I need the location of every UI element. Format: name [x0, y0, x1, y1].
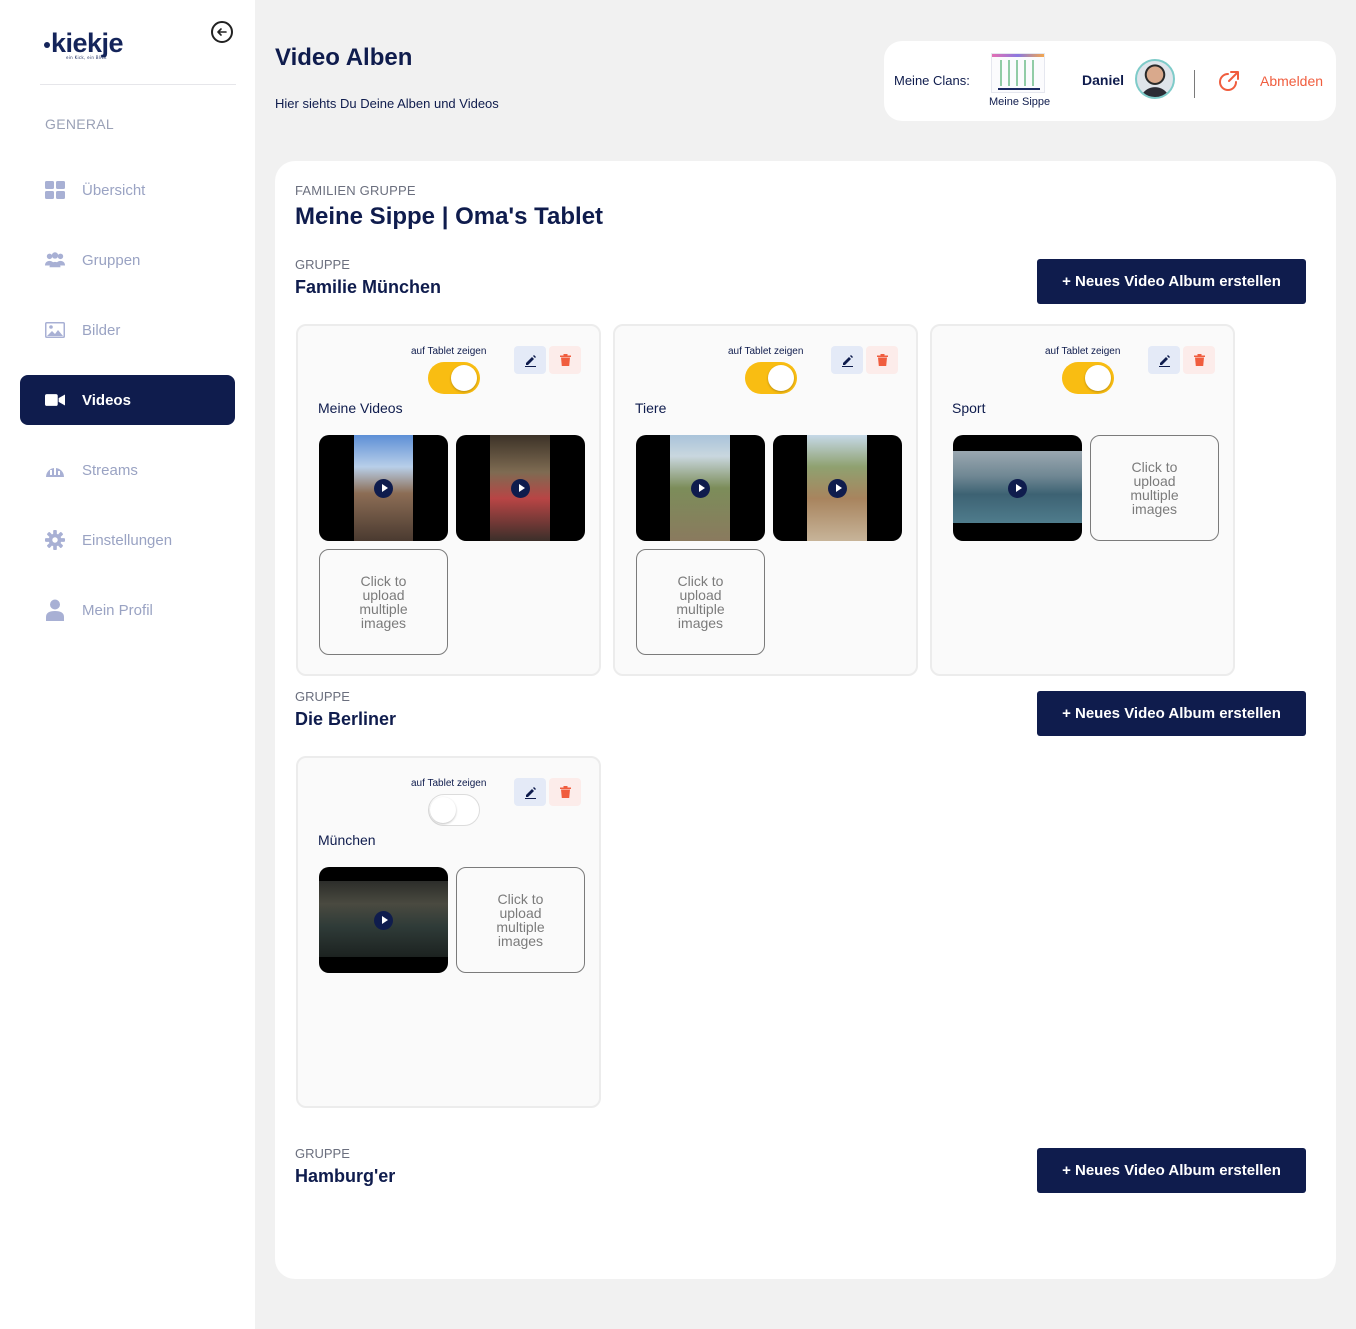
pencil-icon: [524, 354, 536, 367]
delete-album-button[interactable]: [866, 346, 898, 374]
group-label: GRUPPE: [295, 257, 350, 272]
upload-images-dropzone[interactable]: Click to upload multiple images: [636, 549, 765, 655]
page-title: Video Alben: [275, 44, 413, 71]
delete-album-button[interactable]: [1183, 346, 1215, 374]
album-name: Tiere: [635, 400, 667, 416]
group-label: GRUPPE: [295, 689, 350, 704]
edit-album-button[interactable]: [514, 778, 546, 806]
gear-icon: [45, 530, 65, 550]
logout-icon[interactable]: [1216, 70, 1240, 94]
sidebar-item-streams[interactable]: Streams: [20, 445, 235, 495]
group-name: Die Berliner: [295, 709, 397, 729]
delete-album-button[interactable]: [549, 346, 581, 374]
delete-album-button[interactable]: [549, 778, 581, 806]
sidebar-item-mein-profil[interactable]: Mein Profil: [20, 585, 235, 635]
family-group-title: Meine Sippe | Oma's Tablet: [295, 203, 604, 230]
group-label: GRUPPE: [295, 1146, 350, 1161]
user-header-card: Meine Clans: Meine Sippe Daniel Abmelden: [884, 41, 1336, 121]
group-name: Hamburg'er: [295, 1166, 396, 1186]
show-on-tablet-toggle[interactable]: [428, 794, 480, 826]
sidebar-item-label: Streams: [82, 461, 138, 479]
album-card: auf Tablet zeigen Sport Click to upload …: [930, 324, 1235, 676]
pencil-icon: [524, 786, 536, 799]
video-thumbnail[interactable]: [319, 435, 448, 541]
image-icon: [45, 320, 65, 340]
grid-icon: [45, 180, 65, 200]
video-camera-icon: [45, 390, 65, 410]
header-divider: [1194, 70, 1195, 98]
collapse-sidebar-button[interactable]: [211, 21, 233, 43]
trash-icon: [559, 354, 571, 366]
group-icon: [45, 250, 65, 270]
video-thumbnail[interactable]: [953, 435, 1082, 541]
video-thumbnail[interactable]: [636, 435, 765, 541]
play-icon[interactable]: [374, 478, 393, 498]
trash-icon: [1193, 354, 1205, 366]
sidebar-item-label: Videos: [82, 391, 131, 409]
page-subtitle: Hier siehts Du Deine Alben und Videos: [275, 96, 499, 111]
clans-label: Meine Clans:: [894, 73, 970, 88]
show-on-tablet-toggle[interactable]: [428, 362, 480, 394]
edit-album-button[interactable]: [831, 346, 863, 374]
logout-link[interactable]: Abmelden: [1260, 73, 1323, 89]
trash-icon: [559, 786, 571, 798]
sidebar-item-label: Bilder: [82, 321, 121, 339]
avatar[interactable]: [1135, 59, 1175, 99]
album-name: Meine Videos: [318, 400, 403, 416]
upload-images-dropzone[interactable]: Click to upload multiple images: [319, 549, 448, 655]
sidebar-item-label: Gruppen: [82, 251, 141, 269]
play-icon[interactable]: [691, 478, 710, 498]
sidebar-item-gruppen[interactable]: Gruppen: [20, 235, 235, 285]
sidebar-item-bilder[interactable]: Bilder: [20, 305, 235, 355]
trash-icon: [876, 354, 888, 366]
sidebar-item-videos[interactable]: Videos: [20, 375, 235, 425]
user-name: Daniel: [1082, 72, 1125, 88]
family-group-label: FAMILIEN GRUPPE: [295, 183, 416, 198]
group-name: Familie München: [295, 277, 442, 297]
video-thumbnail[interactable]: [319, 867, 448, 973]
new-video-album-button[interactable]: + Neues Video Album erstellen: [1037, 259, 1306, 304]
arrow-left-icon: [217, 28, 227, 36]
play-icon[interactable]: [374, 910, 393, 930]
album-name: München: [318, 832, 376, 848]
album-card: auf Tablet zeigen Meine Videos Click to …: [296, 324, 601, 676]
sidebar-item-label: Einstellungen: [82, 531, 173, 549]
show-on-tablet-toggle[interactable]: [745, 362, 797, 394]
play-icon[interactable]: [828, 478, 847, 498]
streams-icon: [45, 460, 65, 480]
video-thumbnail[interactable]: [456, 435, 585, 541]
new-video-album-button[interactable]: + Neues Video Album erstellen: [1037, 1148, 1306, 1193]
toggle-label: auf Tablet zeigen: [411, 778, 487, 789]
album-name: Sport: [952, 400, 986, 416]
pencil-icon: [841, 354, 853, 367]
sidebar-item-label: Übersicht: [82, 181, 146, 199]
toggle-label: auf Tablet zeigen: [411, 346, 487, 357]
pencil-icon: [1158, 354, 1170, 367]
user-icon: [45, 599, 65, 621]
upload-images-dropzone[interactable]: Click to upload multiple images: [456, 867, 585, 973]
toggle-label: auf Tablet zeigen: [728, 346, 804, 357]
sidebar-item-einstellungen[interactable]: Einstellungen: [20, 515, 235, 565]
album-card: auf Tablet zeigen Tiere Click to upload …: [613, 324, 918, 676]
upload-images-dropzone[interactable]: Click to upload multiple images: [1090, 435, 1219, 541]
album-card: auf Tablet zeigen München Click to uploa…: [296, 756, 601, 1108]
nav-section-label: GENERAL: [45, 116, 115, 132]
sidebar-item-label: Mein Profil: [82, 601, 153, 619]
video-thumbnail[interactable]: [773, 435, 902, 541]
clan-name[interactable]: Meine Sippe: [989, 96, 1050, 108]
video-albums-panel: FAMILIEN GRUPPE Meine Sippe | Oma's Tabl…: [275, 161, 1336, 1279]
sidebar-item-uebersicht[interactable]: Übersicht: [20, 165, 235, 215]
sidebar-divider: [40, 84, 236, 85]
new-video-album-button[interactable]: + Neues Video Album erstellen: [1037, 691, 1306, 736]
show-on-tablet-toggle[interactable]: [1062, 362, 1114, 394]
edit-album-button[interactable]: [514, 346, 546, 374]
logo-tagline: ein Kick, ein Blick: [66, 55, 107, 60]
play-icon[interactable]: [1008, 478, 1027, 498]
edit-album-button[interactable]: [1148, 346, 1180, 374]
play-icon[interactable]: [511, 478, 530, 498]
clan-thumbnail[interactable]: [991, 53, 1045, 93]
sidebar: kiekje ein Kick, ein Blick GENERAL Übers…: [0, 0, 255, 1329]
toggle-label: auf Tablet zeigen: [1045, 346, 1121, 357]
